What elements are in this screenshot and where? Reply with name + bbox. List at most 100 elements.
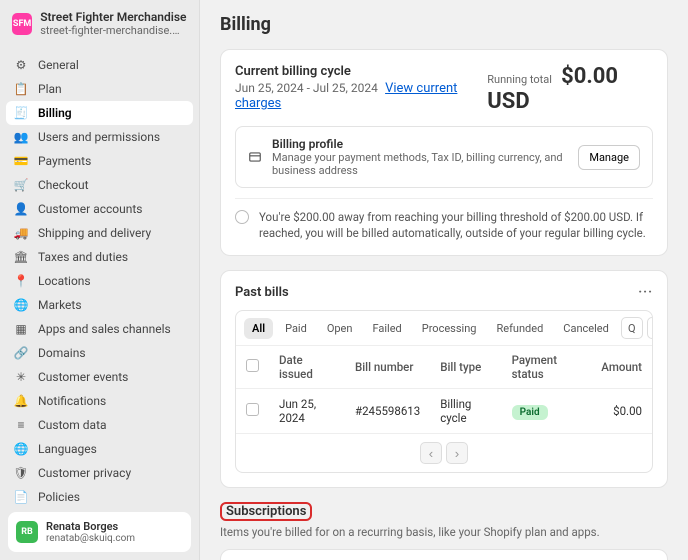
bills-table: Date issued Bill number Bill type Paymen… <box>236 346 652 433</box>
filter-tab-all[interactable]: All <box>244 318 273 339</box>
nav-icon: 🛡 <box>14 466 28 480</box>
checkbox[interactable] <box>246 403 259 416</box>
next-page-button[interactable]: › <box>446 442 468 464</box>
sidebar-item-customer-privacy[interactable]: 🛡 Customer privacy <box>6 461 193 485</box>
sidebar-item-languages[interactable]: 🌐 Languages <box>6 437 193 461</box>
filter-tab-refunded[interactable]: Refunded <box>488 318 551 339</box>
subscriptions-desc: Items you're billed for on a recurring b… <box>220 525 668 539</box>
sidebar-item-checkout[interactable]: 🛒Checkout <box>6 173 193 197</box>
threshold-progress-icon <box>235 210 249 224</box>
sidebar-item-domains[interactable]: 🔗Domains <box>6 341 193 365</box>
sidebar-item-users-and-permissions[interactable]: 👥Users and permissions <box>6 125 193 149</box>
filter-tab-paid[interactable]: Paid <box>277 318 315 339</box>
filter-tab-canceled[interactable]: Canceled <box>555 318 617 339</box>
shop-avatar: SFM <box>12 13 32 35</box>
sidebar-item-markets[interactable]: 🌐 Markets <box>6 293 193 317</box>
nav-icon: 💳 <box>14 154 28 168</box>
profile-desc: Manage your payment methods, Tax ID, bil… <box>272 151 568 177</box>
sidebar-item-taxes-and-duties[interactable]: 🏛Taxes and duties <box>6 245 193 269</box>
nav-label: Custom data <box>38 418 107 432</box>
prev-page-button[interactable]: ‹ <box>420 442 442 464</box>
sidebar-item-general[interactable]: ⚙ General <box>6 53 193 77</box>
nav-icon: 🔗 <box>14 346 28 360</box>
nav-icon: ▦ <box>14 322 28 336</box>
nav-label: Users and permissions <box>38 130 160 144</box>
checkbox-all[interactable] <box>246 359 259 372</box>
subscriptions-section: Subscriptions Items you're billed for on… <box>220 502 668 560</box>
nav-label: Notifications <box>38 394 106 408</box>
cycle-dates: Jun 25, 2024 - Jul 25, 2024 <box>235 81 378 95</box>
table-row[interactable]: Jun 25, 2024#245598613Billing cyclePaid$… <box>236 389 652 434</box>
search-icon[interactable]: Q <box>621 317 643 339</box>
main-content: Billing Current billing cycle Jun 25, 20… <box>200 0 688 560</box>
nav-label: Policies <box>38 490 80 504</box>
manage-button[interactable]: Manage <box>578 145 640 170</box>
status-badge: Paid <box>512 405 548 420</box>
sidebar-item-customer-accounts[interactable]: 👤 Customer accounts <box>6 197 193 221</box>
nav-label: Languages <box>38 442 97 456</box>
nav-icon: 📋 <box>14 82 28 96</box>
cell-amount: $0.00 <box>591 389 652 434</box>
col-date[interactable]: Date issued <box>269 346 345 389</box>
shop-url: street-fighter-merchandise.myshopify.... <box>40 24 187 37</box>
col-type[interactable]: Bill type <box>430 346 501 389</box>
filter-row: AllPaidOpenFailedProcessingRefundedCance… <box>236 311 652 346</box>
past-bills-title: Past bills <box>235 285 289 300</box>
sidebar-item-customer-events[interactable]: ✳ Customer events <box>6 365 193 389</box>
subscriptions-card: Developer Preview $0.00 every 30 days. R… <box>220 549 668 560</box>
cell-date: Jun 25, 2024 <box>269 389 345 434</box>
sidebar-item-billing[interactable]: 🧾Billing <box>6 101 193 125</box>
nav-label: General <box>38 58 79 72</box>
user-footer[interactable]: RB Renata Borges renatab@skuiq.com <box>8 512 191 552</box>
shop-header[interactable]: SFM Street Fighter Merchandise street-fi… <box>0 0 199 47</box>
user-email: renatab@skuiq.com <box>46 533 135 544</box>
sidebar-item-policies[interactable]: 📄 Policies <box>6 485 193 504</box>
nav-label: Plan <box>38 82 62 96</box>
nav-label: Taxes and duties <box>38 250 128 264</box>
nav-label: Markets <box>38 298 82 312</box>
nav-icon: 🚚 <box>14 226 28 240</box>
col-status[interactable]: Payment status <box>502 346 592 389</box>
nav-icon: 👤 <box>14 202 28 216</box>
cell-type: Billing cycle <box>430 389 501 434</box>
filter-icon[interactable]: ≡ <box>647 317 653 339</box>
nav-icon: 🛒 <box>14 178 28 192</box>
sidebar-item-custom-data[interactable]: ≡Custom data <box>6 413 193 437</box>
nav-icon: ✳ <box>14 370 28 384</box>
threshold-text: You're $200.00 away from reaching your b… <box>259 209 653 241</box>
sidebar-item-payments[interactable]: 💳 Payments <box>6 149 193 173</box>
nav-icon: 📄 <box>14 490 28 504</box>
cycle-card: Current billing cycle Jun 25, 2024 - Jul… <box>220 49 668 256</box>
nav-icon: 🌐 <box>14 442 28 456</box>
nav-label: Billing <box>38 106 72 120</box>
nav-label: Apps and sales channels <box>38 322 171 336</box>
nav-label: Shipping and delivery <box>38 226 151 240</box>
sidebar: SFM Street Fighter Merchandise street-fi… <box>0 0 200 560</box>
nav-label: Customer privacy <box>38 466 131 480</box>
sidebar-item-locations[interactable]: 📍 Locations <box>6 269 193 293</box>
nav-icon: 🔔 <box>14 394 28 408</box>
filter-tab-open[interactable]: Open <box>319 318 361 339</box>
sidebar-item-apps-and-sales-channels[interactable]: ▦ Apps and sales channels <box>6 317 193 341</box>
sidebar-item-notifications[interactable]: 🔔 Notifications <box>6 389 193 413</box>
filter-tab-failed[interactable]: Failed <box>364 318 409 339</box>
nav-icon: 📍 <box>14 274 28 288</box>
filter-tab-processing[interactable]: Processing <box>414 318 485 339</box>
col-number[interactable]: Bill number <box>345 346 430 389</box>
user-name: Renata Borges <box>46 520 135 533</box>
nav-icon: ⚙ <box>14 58 28 72</box>
shop-name: Street Fighter Merchandise <box>40 10 187 24</box>
nav-label: Payments <box>38 154 91 168</box>
sidebar-item-plan[interactable]: 📋 Plan <box>6 77 193 101</box>
col-amount[interactable]: Amount <box>591 346 652 389</box>
nav-label: Locations <box>38 274 91 288</box>
sidebar-item-shipping-and-delivery[interactable]: 🚚 Shipping and delivery <box>6 221 193 245</box>
nav-icon: 🌐 <box>14 298 28 312</box>
more-actions-icon[interactable]: ··· <box>638 285 653 300</box>
nav-label: Customer accounts <box>38 202 143 216</box>
profile-icon <box>248 150 262 164</box>
page-title: Billing <box>220 14 668 35</box>
subscription-item[interactable]: Developer Preview $0.00 every 30 days. R… <box>221 550 667 560</box>
cycle-title: Current billing cycle <box>235 64 487 79</box>
nav-label: Customer events <box>38 370 128 384</box>
